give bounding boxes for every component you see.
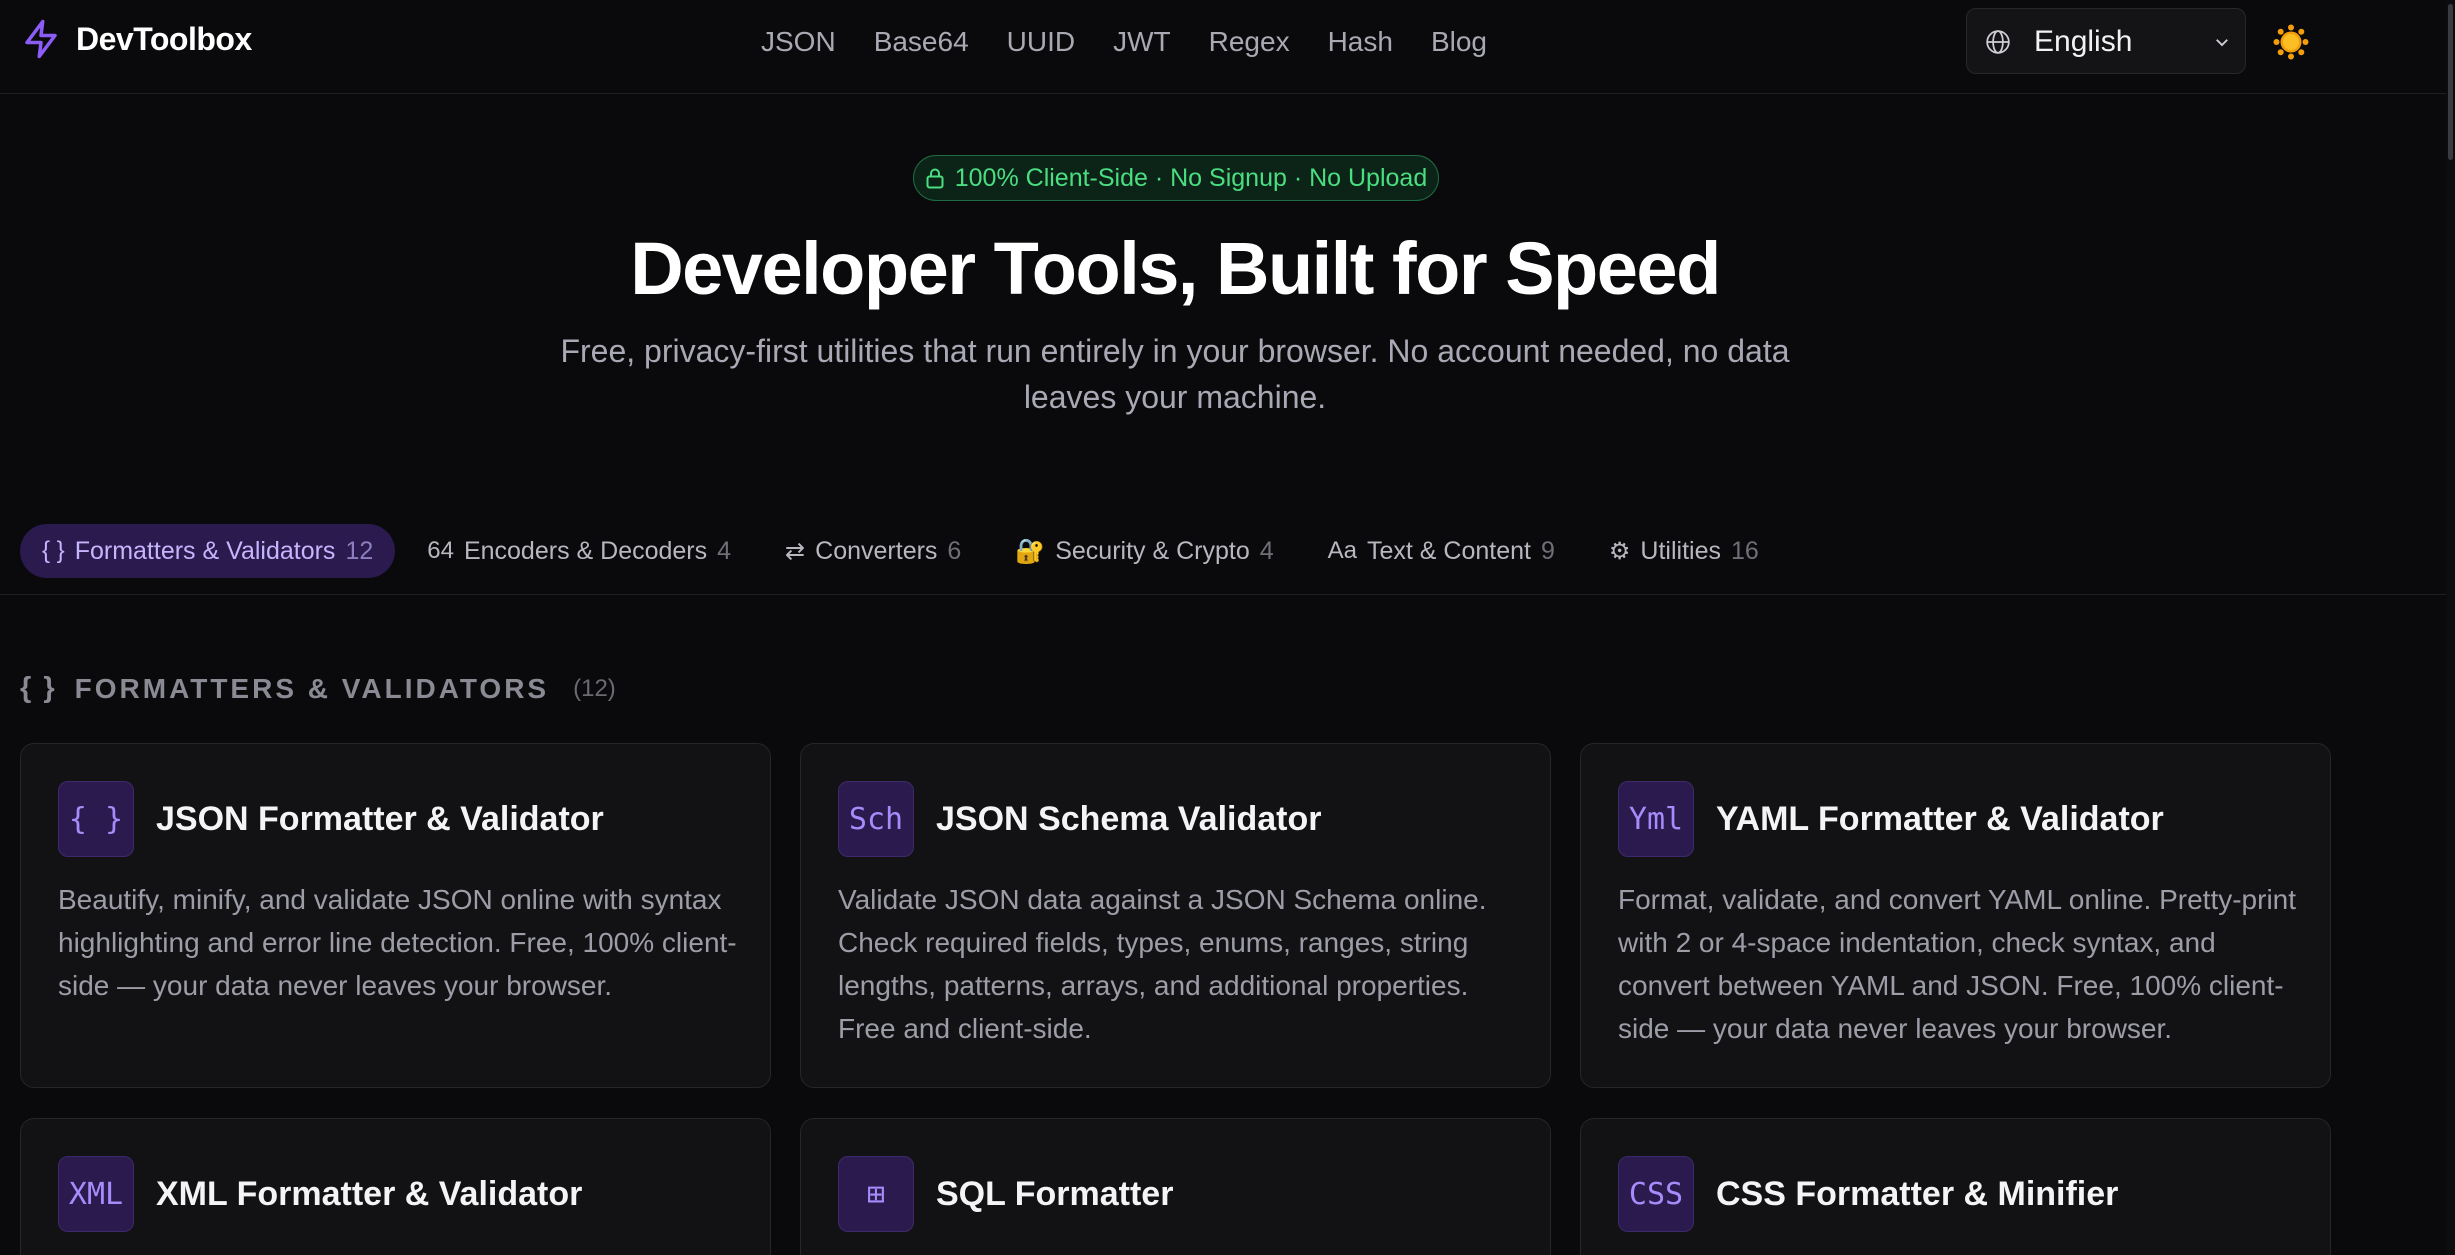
language-select[interactable]: English [1966,8,2246,74]
nav-link-uuid[interactable]: UUID [1007,22,1075,62]
nav-link-blog[interactable]: Blog [1431,22,1487,62]
page-title: Developer Tools, Built for Speed [630,227,1721,310]
lightning-bolt-icon [25,19,57,59]
tab-text-content[interactable]: Aa Text & Content 9 [1306,524,1577,578]
tool-card-title: JSON Formatter & Validator [156,800,604,838]
tool-card-title: CSS Formatter & Minifier [1716,1175,2119,1213]
tool-card-title: YAML Formatter & Validator [1716,800,2164,838]
tab-label: Utilities [1640,536,1721,565]
tab-security-crypto[interactable]: 🔐 Security & Crypto 4 [993,524,1295,578]
main-nav: JSON Base64 UUID JWT Regex Hash Blog [761,22,1525,62]
tab-count: 4 [1259,536,1274,565]
text-aa-icon: Aa [1327,537,1357,564]
tool-card-title: SQL Formatter [936,1175,1174,1213]
tool-card-json-formatter[interactable]: { } JSON Formatter & Validator Beautify,… [20,743,771,1088]
tab-count: 16 [1730,536,1759,565]
globe-icon [1986,30,2010,54]
tab-label: Text & Content [1367,536,1531,565]
section-heading: { } FORMATTERS & VALIDATORS (12) [20,672,616,705]
braces-icon: { } [42,537,65,564]
base64-icon: 64 [427,537,454,564]
tab-label: Security & Crypto [1055,536,1250,565]
page-scrollbar[interactable] [2446,0,2455,1255]
tool-card-json-schema-validator[interactable]: Sch JSON Schema Validator Validate JSON … [800,743,1551,1088]
section-title: FORMATTERS & VALIDATORS [74,672,550,704]
tool-card-title: XML Formatter & Validator [156,1175,583,1213]
scrollbar-thumb[interactable] [2448,4,2453,160]
swap-arrows-icon: ⇄ [785,537,806,565]
tool-card-description: Validate JSON data against a JSON Schema… [838,884,1487,1044]
locked-with-key-icon: 🔐 [1015,537,1046,565]
chevron-down-icon [2216,39,2228,47]
nav-link-base64[interactable]: Base64 [874,22,969,62]
tab-label: Encoders & Decoders [463,536,708,565]
braces-icon: { } [58,781,134,857]
sun-icon[interactable] [2273,24,2309,60]
tab-converters[interactable]: ⇄ Converters 6 [763,524,983,578]
tab-count: 4 [717,536,732,565]
tool-card-css-formatter[interactable]: CSS CSS Formatter & Minifier [1580,1118,2331,1255]
tab-count: 9 [1540,536,1555,565]
nav-link-regex[interactable]: Regex [1209,22,1290,62]
schema-icon: Sch [838,781,914,857]
nav-link-json[interactable]: JSON [761,22,836,62]
tool-card-sql-formatter[interactable]: ⊞ SQL Formatter [800,1118,1551,1255]
nav-link-jwt[interactable]: JWT [1113,22,1171,62]
nav-link-hash[interactable]: Hash [1328,22,1393,62]
xml-icon: XML [58,1156,134,1232]
tab-utilities[interactable]: ⚙ Utilities 16 [1587,524,1781,578]
privacy-badge: 100% Client-Side · No Signup · No Upload [913,155,1439,201]
privacy-badge-text: 100% Client-Side · No Signup · No Upload [954,163,1428,192]
brand-logo-link[interactable]: DevToolbox [20,18,252,60]
tool-card-description: Beautify, minify, and validate JSON onli… [58,884,737,1001]
yaml-icon: Yml [1618,781,1694,857]
tool-card-title: JSON Schema Validator [936,800,1322,838]
table-grid-icon: ⊞ [838,1156,914,1232]
language-selected-value: English [2034,25,2133,58]
brand-name: DevToolbox [76,20,252,57]
tool-card-yaml-formatter[interactable]: Yml YAML Formatter & Validator Format, v… [1580,743,2331,1088]
css-icon: CSS [1618,1156,1694,1232]
section-count: (12) [573,674,616,702]
page-subtitle: Free, privacy-first utilities that run e… [560,333,1790,415]
braces-icon: { } [20,672,57,704]
lock-icon [926,168,944,189]
tab-encoders-decoders[interactable]: 64 Encoders & Decoders 4 [405,524,753,578]
tool-card-description: Format, validate, and convert YAML onlin… [1618,884,2297,1044]
gear-icon: ⚙ [1608,537,1631,565]
category-tabs: { } Formatters & Validators 12 64 Encode… [20,524,1791,578]
tab-count: 12 [345,536,374,565]
tab-label: Formatters & Validators [74,536,336,565]
tab-formatters-validators[interactable]: { } Formatters & Validators 12 [20,524,396,578]
tabs-divider [0,594,2446,595]
tool-card-xml-formatter[interactable]: XML XML Formatter & Validator [20,1118,771,1255]
tab-label: Converters [815,536,938,565]
top-header: DevToolbox JSON Base64 UUID JWT Regex Ha… [0,0,2446,94]
tab-count: 6 [947,536,962,565]
